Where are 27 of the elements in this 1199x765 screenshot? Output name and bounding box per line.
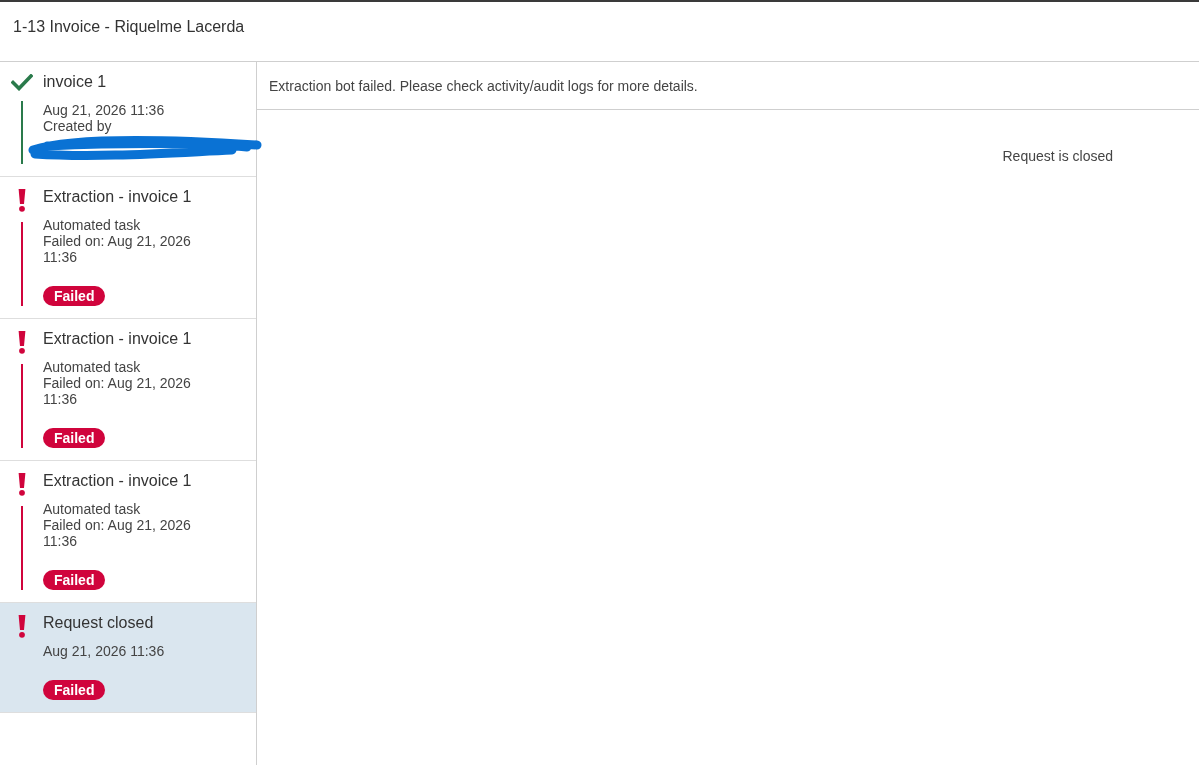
checkmark-icon [10, 74, 33, 91]
item-detail: Automated task [43, 217, 142, 233]
item-detail: Failed on: Aug 21, 2026 11:36 [43, 375, 192, 407]
status-badge: Failed [43, 428, 106, 448]
exclamation-icon [16, 331, 27, 354]
status-badge: Failed [43, 680, 106, 700]
item-title: Extraction - invoice 1 [43, 471, 193, 491]
status-badge: Failed [43, 286, 106, 306]
item-detail: Aug 21, 2026 11:36 [43, 102, 166, 118]
request-status-text: Request is closed [1002, 148, 1113, 164]
error-message: Extraction bot failed. Please check activity/audit logs for more details. [269, 77, 698, 94]
item-title: Extraction - invoice 1 [43, 187, 193, 207]
item-detail: Created by [43, 118, 113, 134]
exclamation-icon [16, 189, 27, 212]
exclamation-icon [16, 473, 27, 496]
item-detail: Aug 21, 2026 11:36 [43, 643, 166, 659]
item-detail: Failed on: Aug 21, 2026 11:36 [43, 517, 192, 549]
item-detail: Automated task [43, 501, 142, 517]
timeline-item[interactable]: Request closed Aug 21, 2026 11:36 Failed [0, 603, 256, 713]
item-title: Request closed [43, 613, 155, 633]
status-badge: Failed [43, 570, 106, 590]
item-title: invoice 1 [43, 72, 108, 92]
item-detail: Automated task [43, 359, 142, 375]
exclamation-icon [16, 615, 27, 638]
item-detail: Failed on: Aug 21, 2026 11:36 [43, 233, 192, 265]
page-title: 1-13 Invoice - Riquelme Lacerda [13, 18, 245, 36]
item-title: Extraction - invoice 1 [43, 329, 193, 349]
